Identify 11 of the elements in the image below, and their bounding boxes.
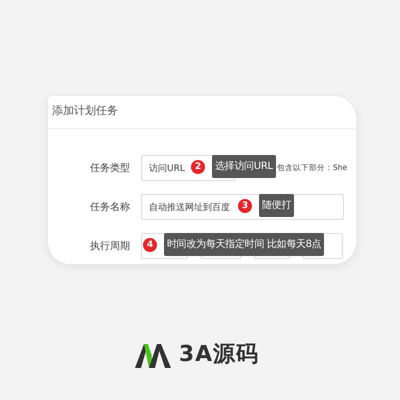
step-badge: 2: [191, 160, 205, 174]
tooltip: 时间改为每天指定时间 比如每天8点: [164, 233, 324, 256]
step-badge: 3: [238, 198, 252, 212]
logo-text: 3A源码: [178, 341, 260, 369]
tooltip: 随便打: [259, 194, 294, 217]
field-label: 任务名称: [89, 201, 130, 214]
field-label: 任务类型: [89, 162, 130, 175]
field-label: 执行周期: [89, 240, 130, 253]
dialog-title: 添加计划任务: [48, 96, 356, 129]
tooltip: 选择访问URL: [212, 155, 276, 178]
step-badge: 4: [143, 238, 157, 252]
